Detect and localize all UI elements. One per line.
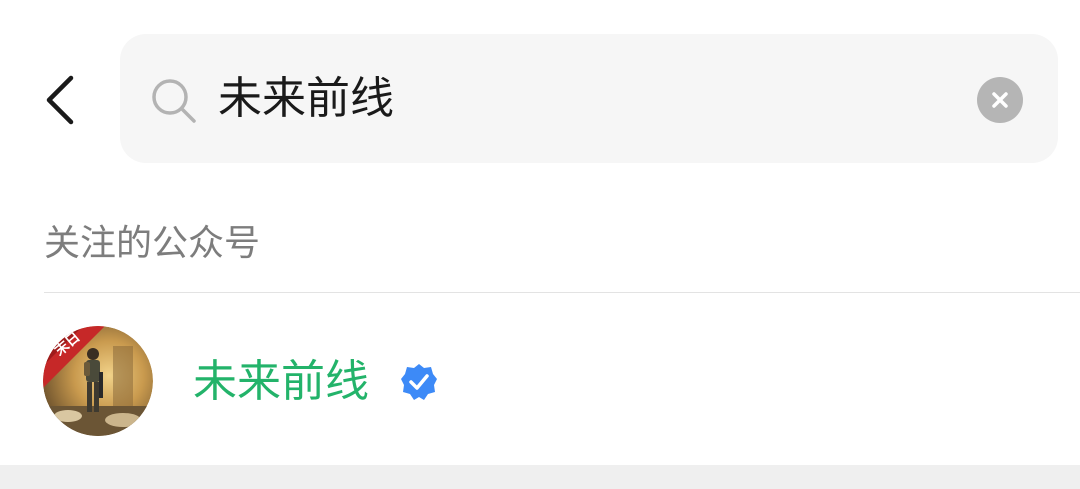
section-title: 关注的公众号 <box>44 223 261 264</box>
bottom-separator-band <box>0 465 1080 489</box>
search-icon <box>152 79 196 123</box>
close-icon <box>992 92 1008 108</box>
account-avatar: 末日 <box>43 326 153 436</box>
account-name: 未来前线 <box>193 356 369 407</box>
account-result-item[interactable]: 末日 未来前线 <box>0 293 1080 465</box>
search-page: 关注的公众号 <box>0 0 1080 489</box>
back-button[interactable] <box>30 62 90 138</box>
search-bar[interactable] <box>120 34 1058 163</box>
clear-search-button[interactable] <box>977 77 1023 123</box>
chevron-left-icon <box>46 75 74 125</box>
search-input[interactable] <box>218 64 938 134</box>
verified-icon <box>401 364 437 400</box>
